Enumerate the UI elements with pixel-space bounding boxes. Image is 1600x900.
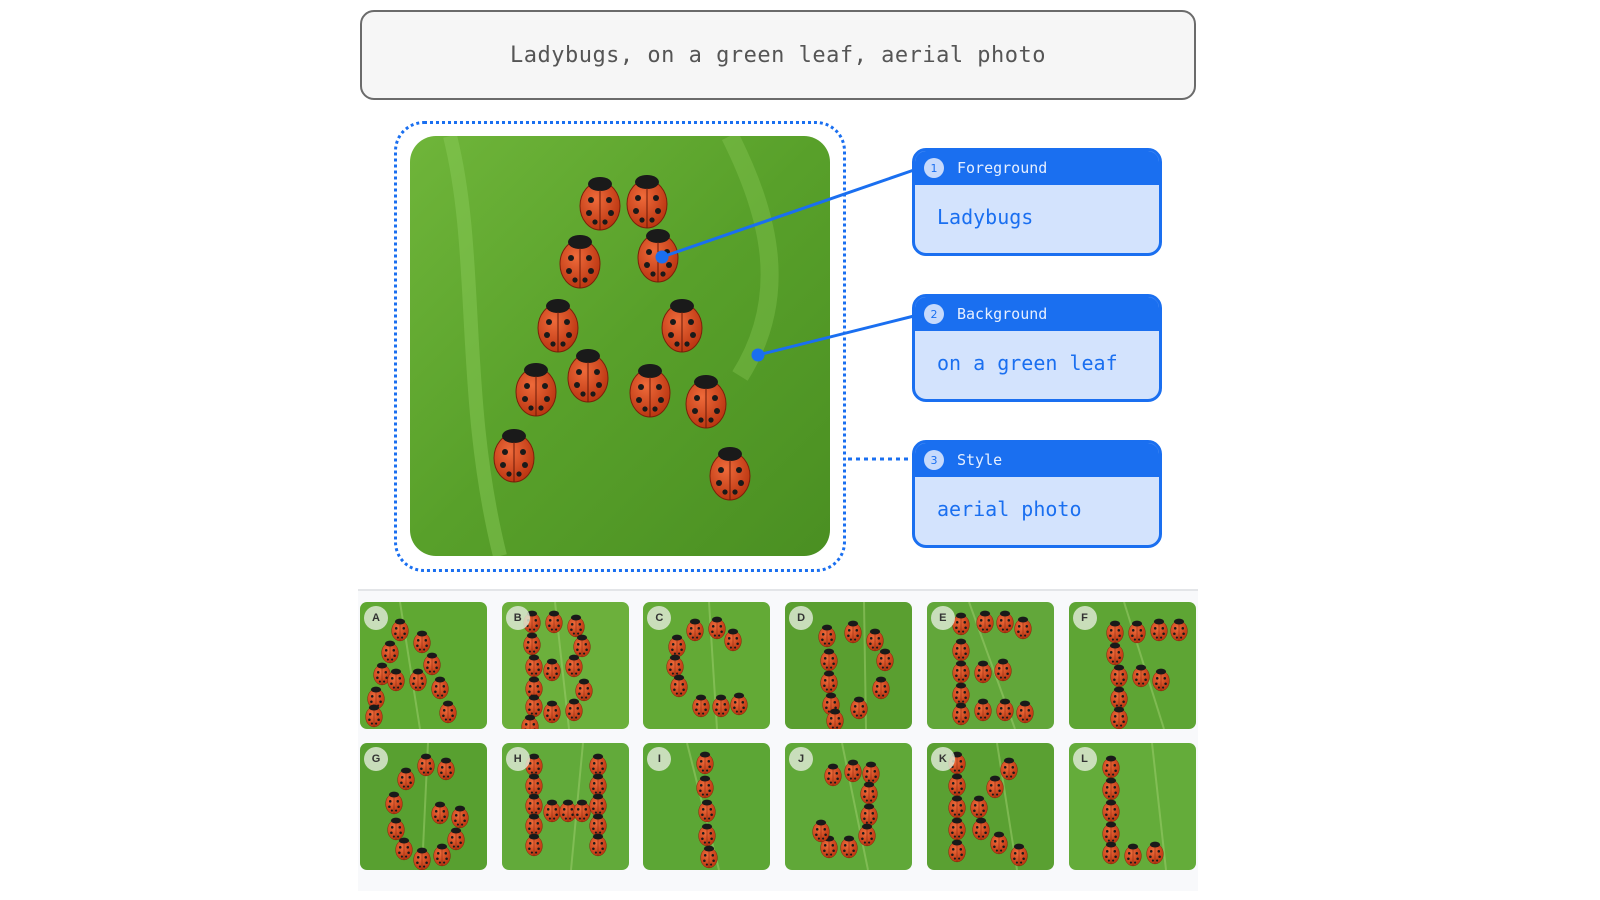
card-header: 3 Style: [915, 443, 1159, 477]
card-category: Background: [957, 305, 1048, 323]
gallery-thumbnail-k[interactable]: K: [926, 743, 1054, 870]
gallery-thumbnail-b[interactable]: B: [501, 602, 629, 729]
thumbnail-letter-label: H: [505, 747, 530, 771]
thumbnail-letter-label: B: [505, 606, 530, 630]
card-category: Foreground: [957, 159, 1048, 177]
step-number-badge: 1: [924, 158, 944, 178]
card-header: 2 Background: [915, 297, 1159, 331]
gallery-thumbnail-f[interactable]: F: [1068, 602, 1196, 729]
thumbnail-letter-label: G: [364, 747, 388, 771]
card-value: Ladybugs: [937, 205, 1034, 229]
thumbnail-letter-label: J: [789, 747, 814, 771]
thumbnail-letter-label: D: [789, 606, 814, 630]
gallery-thumbnail-c[interactable]: C: [643, 602, 771, 729]
letter-gallery: A B CD E F G H IJ K L: [358, 589, 1198, 891]
card-header: 1 Foreground: [915, 151, 1159, 185]
annotation-card-background: 2 Background on a green leaf: [912, 294, 1162, 402]
card-value: aerial photo: [937, 497, 1082, 521]
step-number-badge: 3: [924, 450, 944, 470]
gallery-thumbnail-j[interactable]: J: [785, 743, 913, 870]
annotation-card-style: 3 Style aerial photo: [912, 440, 1162, 548]
thumbnail-letter-label: A: [364, 606, 388, 630]
thumbnail-letter-label: K: [930, 747, 955, 771]
card-category: Style: [957, 451, 1003, 469]
annotation-card-foreground: 1 Foreground Ladybugs: [912, 148, 1162, 256]
gallery-thumbnail-g[interactable]: G: [360, 743, 487, 870]
thumbnail-letter-label: E: [930, 606, 955, 630]
thumbnail-letter-label: L: [1072, 747, 1097, 771]
gallery-thumbnail-i[interactable]: I: [643, 743, 771, 870]
main-image: [410, 136, 830, 556]
gallery-thumbnail-h[interactable]: H: [501, 743, 629, 870]
prompt-text: Ladybugs, on a green leaf, aerial photo: [509, 42, 1047, 68]
thumbnail-letter-label: F: [1072, 606, 1097, 630]
step-number-badge: 2: [924, 304, 944, 324]
gallery-thumbnail-d[interactable]: D: [785, 602, 913, 729]
prompt-box: Ladybugs, on a green leaf, aerial photo: [360, 10, 1196, 100]
gallery-thumbnail-a[interactable]: A: [360, 602, 487, 729]
gallery-thumbnail-e[interactable]: E: [926, 602, 1054, 729]
gallery-thumbnail-l[interactable]: L: [1068, 743, 1196, 870]
card-value: on a green leaf: [937, 351, 1118, 375]
